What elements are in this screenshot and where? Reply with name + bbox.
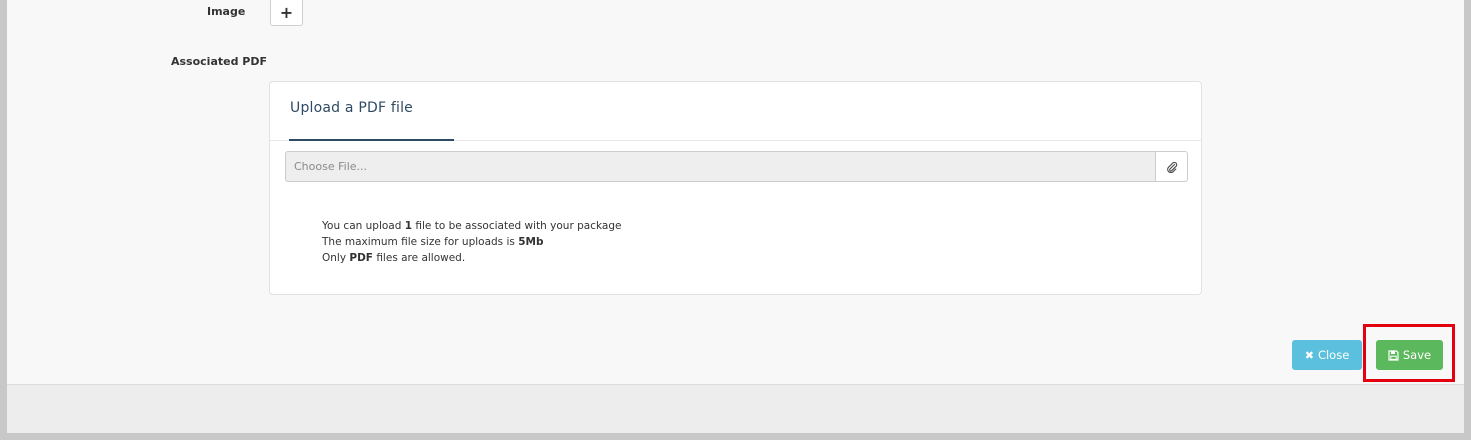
save-highlight-annotation [1363,324,1455,382]
close-icon: ✖ [1304,348,1314,362]
info-line-count: You can upload 1 file to be associated w… [322,220,622,232]
close-button-label: Close [1317,348,1350,362]
upload-info: You can upload 1 file to be associated w… [322,218,621,266]
plus-icon: + [279,3,294,22]
paperclip-icon [1166,161,1177,173]
upload-pdf-card: Upload a PDF file Choose File... You can… [269,81,1202,295]
add-image-button[interactable]: + [270,0,303,26]
card-title: Upload a PDF file [290,100,413,116]
info-line-size: The maximum file size for uploads is 5Mb [322,236,544,248]
modal-footer-band [7,384,1464,433]
close-button[interactable]: ✖ Close [1292,340,1362,370]
info-line-type: Only PDF files are allowed. [322,252,466,264]
file-input[interactable]: Choose File... [285,151,1155,182]
active-tab-underline [289,139,454,141]
associated-pdf-label: Associated PDF [171,55,268,68]
image-label: Image [207,5,246,18]
browse-file-button[interactable] [1155,151,1188,182]
